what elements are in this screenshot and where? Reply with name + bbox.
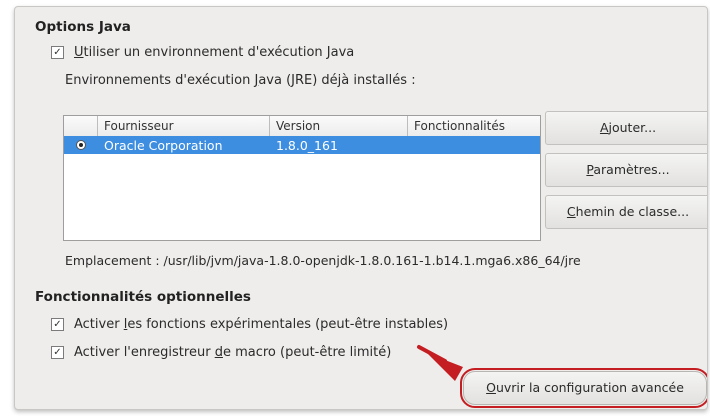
jre-table[interactable]: Fournisseur Version Fonctionnalités Orac… (63, 115, 541, 241)
row-radio-cell[interactable] (64, 140, 98, 150)
table-row[interactable]: Oracle Corporation 1.8.0_161 (64, 136, 540, 154)
jre-radio-button[interactable] (76, 140, 86, 150)
use-jre-label: Utiliser un environnement d'exécution Ja… (74, 45, 355, 60)
add-button[interactable]: Ajouter... (545, 111, 707, 145)
macro-recorder-checkbox-row[interactable]: ✓ Activer l'enregistreur de macro (peut-… (51, 345, 391, 360)
classpath-button[interactable]: Chemin de classe... (545, 195, 707, 229)
jre-location-text: Emplacement : /usr/lib/jvm/java-1.8.0-op… (65, 253, 581, 268)
macro-recorder-checkbox[interactable]: ✓ (51, 346, 64, 359)
radio-column-header (64, 116, 98, 136)
use-jre-checkbox[interactable]: ✓ (51, 46, 64, 59)
column-header-version[interactable]: Version (270, 116, 408, 136)
optional-features-title: Fonctionnalités optionnelles (35, 289, 251, 305)
parameters-button[interactable]: Paramètres... (545, 153, 707, 187)
use-jre-checkbox-row[interactable]: ✓ Utiliser un environnement d'exécution … (51, 45, 354, 60)
vendor-cell: Oracle Corporation (104, 137, 223, 153)
java-options-panel: Options Java ✓ Utiliser un environnement… (14, 6, 708, 410)
column-header-features[interactable]: Fonctionnalités (408, 116, 540, 136)
installed-jre-label: Environnements d'exécution Java (JRE) dé… (65, 73, 416, 88)
experimental-checkbox[interactable]: ✓ (51, 318, 64, 331)
column-header-vendor[interactable]: Fournisseur (98, 116, 270, 136)
version-cell: 1.8.0_161 (276, 137, 338, 153)
macro-recorder-label: Activer l'enregistreur de macro (peut-êt… (74, 345, 392, 360)
open-advanced-configuration-button[interactable]: Ouvrir la configuration avancée (460, 368, 707, 408)
java-options-title: Options Java (35, 19, 131, 35)
jre-table-header: Fournisseur Version Fonctionnalités (64, 116, 540, 137)
experimental-label: Activer les fonctions expérimentales (pe… (74, 317, 449, 332)
experimental-checkbox-row[interactable]: ✓ Activer les fonctions expérimentales (… (51, 317, 448, 332)
